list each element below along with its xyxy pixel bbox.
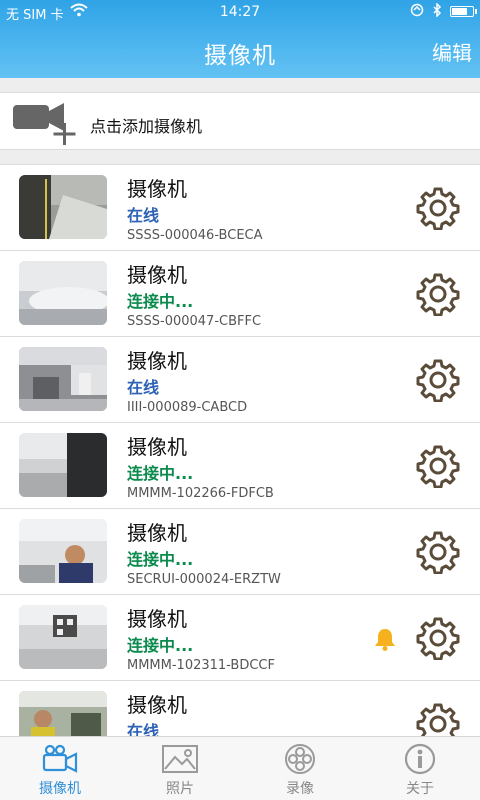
film-reel-icon	[240, 743, 360, 775]
camera-thumbnail[interactable]	[19, 691, 107, 736]
camera-serial: MMMM-102266-FDFCB	[127, 486, 274, 501]
tab-label: 照片	[166, 781, 194, 797]
camera-status: 连接中...	[127, 636, 194, 655]
camera-thumbnail[interactable]	[19, 261, 107, 325]
camera-thumbnail[interactable]	[19, 175, 107, 239]
camera-row[interactable]: 摄像机连接中... SSSS-000047-CBFFC	[0, 251, 480, 337]
camera-serial: IIII-000089-CABCD	[127, 400, 248, 415]
add-camera-label: 点击添加摄像机	[90, 117, 203, 136]
tab-info[interactable]: 关于	[360, 737, 480, 800]
tab-bar: 摄像机 照片 录像 关于	[0, 736, 480, 800]
settings-gear-icon[interactable]	[416, 272, 460, 317]
camera-row[interactable]: 摄像机连接中... SECRUI-000024-ERZTW	[0, 509, 480, 595]
settings-gear-icon[interactable]	[416, 186, 460, 231]
camera-name: 摄像机	[127, 349, 187, 373]
settings-gear-icon[interactable]	[416, 444, 460, 489]
tab-camcorder[interactable]: 摄像机	[0, 737, 120, 800]
edit-button[interactable]: 编辑	[432, 37, 472, 66]
alarm-bell-icon[interactable]	[372, 626, 398, 652]
camera-serial: MMMM-102311-BDCCF	[127, 658, 275, 673]
add-camera-icon	[12, 101, 78, 147]
camcorder-icon	[0, 743, 120, 775]
camera-status: 在线	[127, 722, 160, 736]
info-icon	[360, 743, 480, 775]
camera-status: 连接中...	[127, 464, 194, 483]
tab-label: 关于	[406, 781, 434, 797]
camera-serial: SECRUI-000024-ERZTW	[127, 572, 281, 587]
camera-row[interactable]: 摄像机连接中... MMMM-102311-BDCCF	[0, 595, 480, 681]
camera-name: 摄像机	[127, 263, 187, 287]
camera-thumbnail[interactable]	[19, 433, 107, 497]
bluetooth-icon	[432, 2, 442, 20]
camera-serial: SSSS-000047-CBFFC	[127, 314, 262, 329]
settings-gear-icon[interactable]	[416, 358, 460, 403]
camera-row[interactable]: 摄像机 在线	[0, 681, 480, 736]
camera-thumbnail[interactable]	[19, 519, 107, 583]
camera-list[interactable]: 摄像机 在线 SSSS-000046-BCECA 摄像机 连接中... SSSS-0000…	[0, 164, 480, 736]
camera-status: 连接中...	[127, 550, 194, 569]
status-bar: 无 SIM 卡 14:27	[0, 0, 480, 24]
camera-serial: SSSS-000046-BCECA	[127, 228, 263, 243]
battery-icon	[450, 6, 477, 17]
camera-status: 在线	[127, 206, 160, 225]
tab-film-reel[interactable]: 录像	[240, 737, 360, 800]
tab-label: 录像	[286, 781, 314, 797]
add-camera-button[interactable]: 点击添加摄像机	[0, 92, 480, 150]
settings-gear-icon[interactable]	[416, 616, 460, 661]
clock: 14:27	[219, 4, 261, 20]
photo-icon	[120, 743, 240, 775]
sync-icon	[410, 3, 424, 20]
camera-thumbnail[interactable]	[19, 605, 107, 669]
page-title: 摄像机	[204, 43, 276, 69]
camera-name: 摄像机	[127, 693, 187, 717]
app-header: 无 SIM 卡 14:27 摄像机 编辑	[0, 0, 480, 78]
camera-thumbnail[interactable]	[19, 347, 107, 411]
camera-row[interactable]: 摄像机在线 IIII-000089-CABCD	[0, 337, 480, 423]
tab-label: 摄像机	[39, 781, 81, 797]
camera-row[interactable]: 摄像机连接中... MMMM-102266-FDFCB	[0, 423, 480, 509]
camera-name: 摄像机	[127, 435, 187, 459]
settings-gear-icon[interactable]	[416, 702, 460, 736]
camera-name: 摄像机	[127, 177, 187, 201]
camera-status: 连接中...	[127, 292, 194, 311]
camera-name: 摄像机	[127, 607, 187, 631]
tab-photo[interactable]: 照片	[120, 737, 240, 800]
settings-gear-icon[interactable]	[416, 530, 460, 575]
camera-row[interactable]: 摄像机在线 SSSS-000046-BCECA	[0, 165, 480, 251]
camera-name: 摄像机	[127, 521, 187, 545]
camera-status: 在线	[127, 378, 160, 397]
